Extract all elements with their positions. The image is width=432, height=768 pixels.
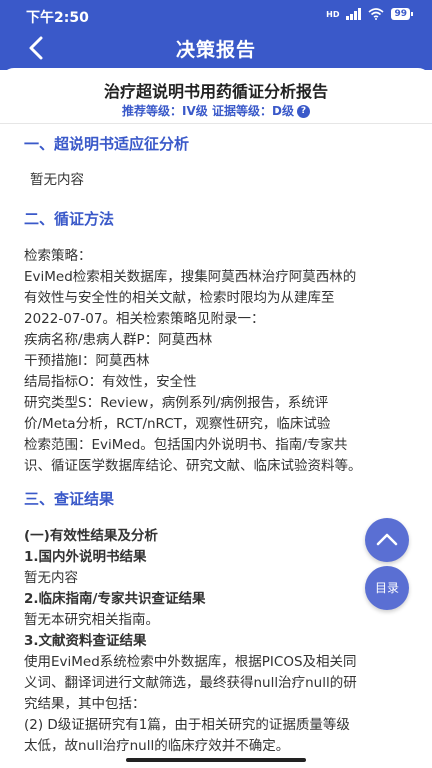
grade-line: 推荐等级：IV级 证据等级：D级? bbox=[0, 102, 432, 119]
section-2-body: 检索策略： EviMed检索相关数据库，搜集阿莫西林治疗阿莫西林的 有效性与安全… bbox=[24, 246, 414, 477]
battery-icon: 99 bbox=[391, 8, 413, 20]
section-1-text: 暂无内容 bbox=[30, 172, 84, 188]
grade-label: 推荐等级：IV级 证据等级：D级 bbox=[122, 104, 294, 118]
section-heading-1: 一、超说明书适应征分析 bbox=[24, 135, 190, 153]
status-icons: HD 99 bbox=[326, 8, 413, 20]
hd-icon: HD bbox=[326, 9, 340, 19]
help-icon[interactable]: ? bbox=[296, 105, 310, 118]
section-3-line: 究结果，其中包括： bbox=[24, 696, 146, 712]
report-title: 治疗超说明书用药循证分析报告 bbox=[103, 82, 328, 101]
section-2-line: 检索策略： bbox=[24, 248, 92, 264]
report-sheet: 治疗超说明书用药循证分析报告 推荐等级：IV级 证据等级：D级? 一、超说明书适… bbox=[0, 68, 432, 768]
status-bar: 下午2:50 HD 99 bbox=[0, 0, 432, 30]
section-heading-3: 三、查证结果 bbox=[24, 490, 115, 508]
section-2-line: 检索范围：EviMed。包括国内外说明书、指南/专家共 bbox=[24, 437, 348, 453]
section-3-line: 义词、翻译词进行文献筛选，最终获得null治疗null的研 bbox=[24, 675, 357, 691]
section-3-line: (一)有效性结果及分析 bbox=[24, 528, 158, 544]
section-3-line: 太低，故null治疗null的临床疗效并不确定。 bbox=[24, 738, 290, 754]
page-title: 决策报告 bbox=[175, 39, 256, 61]
divider bbox=[0, 123, 432, 124]
section-2-line: 2022-07-07。相关检索策略见附录一： bbox=[24, 311, 265, 327]
section-2-line: 研究类型S：Review，病例系列/病例报告，系统评 bbox=[24, 395, 329, 411]
section-2-line: 结局指标O：有效性，安全性 bbox=[24, 374, 197, 390]
home-indicator[interactable] bbox=[126, 758, 306, 762]
scroll-top-button[interactable] bbox=[365, 518, 409, 562]
section-2-line: 疾病名称/患病人群P：阿莫西林 bbox=[24, 332, 213, 348]
toc-button[interactable]: 目录 bbox=[365, 566, 409, 610]
section-3-line: 3.文献资料查证结果 bbox=[24, 633, 147, 649]
section-heading-2: 二、循证方法 bbox=[24, 210, 115, 228]
signal-icon bbox=[346, 8, 362, 20]
section-3-line: (2) D级证据研究有1篇，由于相关研究的证据质量等级 bbox=[24, 717, 350, 733]
section-2-line: 识、循证医学数据库结论、研究文献、临床试验资料等。 bbox=[24, 458, 362, 474]
section-2-line: 有效性与安全性的相关文献，检索时限均为从建库至 bbox=[24, 290, 335, 306]
section-3-line: 暂无内容 bbox=[24, 570, 78, 586]
wifi-icon bbox=[368, 8, 384, 20]
section-3-line: 1.国内外说明书结果 bbox=[24, 549, 147, 565]
section-2-line: EviMed检索相关数据库，搜集阿莫西林治疗阿莫西林的 bbox=[24, 269, 357, 285]
section-3-line: 使用EviMed系统检索中外数据库，根据PICOS及相关同 bbox=[24, 654, 357, 670]
app-header: 下午2:50 HD 99 决策报告 bbox=[0, 0, 432, 70]
status-time: 下午2:50 bbox=[26, 10, 89, 26]
section-3-line: 暂无本研究相关指南。 bbox=[24, 612, 159, 628]
section-3-body: (一)有效性结果及分析 1.国内外说明书结果 暂无内容 2.临床指南/专家共识查… bbox=[24, 526, 414, 757]
chevron-up-icon bbox=[376, 533, 398, 546]
section-3-line: 2.临床指南/专家共识查证结果 bbox=[24, 591, 206, 607]
section-2-line: 价/Meta分析，RCT/nRCT，观察性研究，临床试验 bbox=[24, 416, 331, 432]
section-2-line: 干预措施I：阿莫西林 bbox=[24, 353, 150, 369]
